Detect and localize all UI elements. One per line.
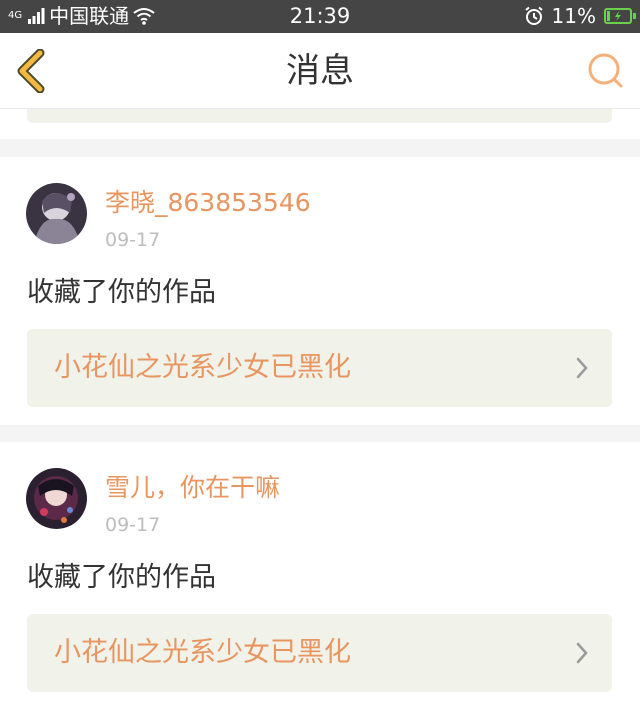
work-title: 小花仙之光系少女已黑化 bbox=[54, 352, 351, 383]
chevron-right-icon bbox=[576, 642, 588, 664]
previous-work-card[interactable] bbox=[27, 109, 612, 123]
message-action-text: 收藏了你的作品 bbox=[27, 562, 216, 593]
app-header: 消息 bbox=[0, 33, 640, 109]
message-action-text: 收藏了你的作品 bbox=[27, 277, 216, 308]
message-date: 09-17 bbox=[105, 514, 161, 536]
status-bar: 4G 中国联通 21:39 11% bbox=[0, 0, 640, 33]
chevron-right-icon bbox=[576, 357, 588, 379]
avatar[interactable] bbox=[26, 468, 87, 529]
user-name-link[interactable]: 雪儿，你在干嘛 bbox=[105, 473, 280, 503]
search-icon[interactable] bbox=[586, 51, 624, 89]
message-date: 09-17 bbox=[105, 229, 161, 251]
work-card[interactable]: 小花仙之光系少女已黑化 bbox=[27, 329, 612, 407]
battery-charging-icon bbox=[604, 8, 636, 24]
message-item: 李晓_863853546 09-17 收藏了你的作品 小花仙之光系少女已黑化 bbox=[0, 157, 640, 425]
page-title: 消息 bbox=[286, 51, 354, 91]
work-title: 小花仙之光系少女已黑化 bbox=[54, 637, 351, 668]
message-item: 雪儿，你在干嘛 09-17 收藏了你的作品 小花仙之光系少女已黑化 bbox=[0, 442, 640, 704]
user-name-link[interactable]: 李晓_863853546 bbox=[105, 188, 311, 218]
status-right: 11% bbox=[524, 4, 636, 28]
work-card[interactable]: 小花仙之光系少女已黑化 bbox=[27, 614, 612, 692]
battery-percent: 11% bbox=[551, 4, 596, 28]
avatar[interactable] bbox=[26, 183, 87, 244]
alarm-icon bbox=[524, 6, 543, 25]
previous-message-tail bbox=[0, 109, 640, 139]
